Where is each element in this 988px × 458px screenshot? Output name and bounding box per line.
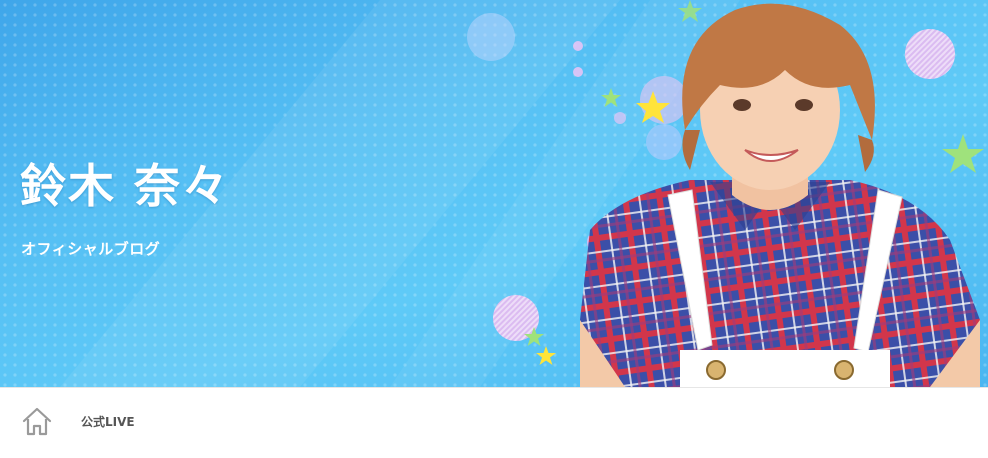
blog-subtitle: オフィシャルブログ [21, 240, 161, 258]
official-live-link[interactable]: 公式LIVE [81, 413, 135, 430]
home-icon[interactable] [20, 405, 54, 439]
global-navigation: 公式LIVE [0, 387, 988, 458]
blog-title: 鈴木 奈々 [20, 159, 231, 213]
blog-header-banner: 鈴木 奈々 オフィシャルブログ [0, 0, 988, 387]
profile-portrait [580, 3, 980, 387]
